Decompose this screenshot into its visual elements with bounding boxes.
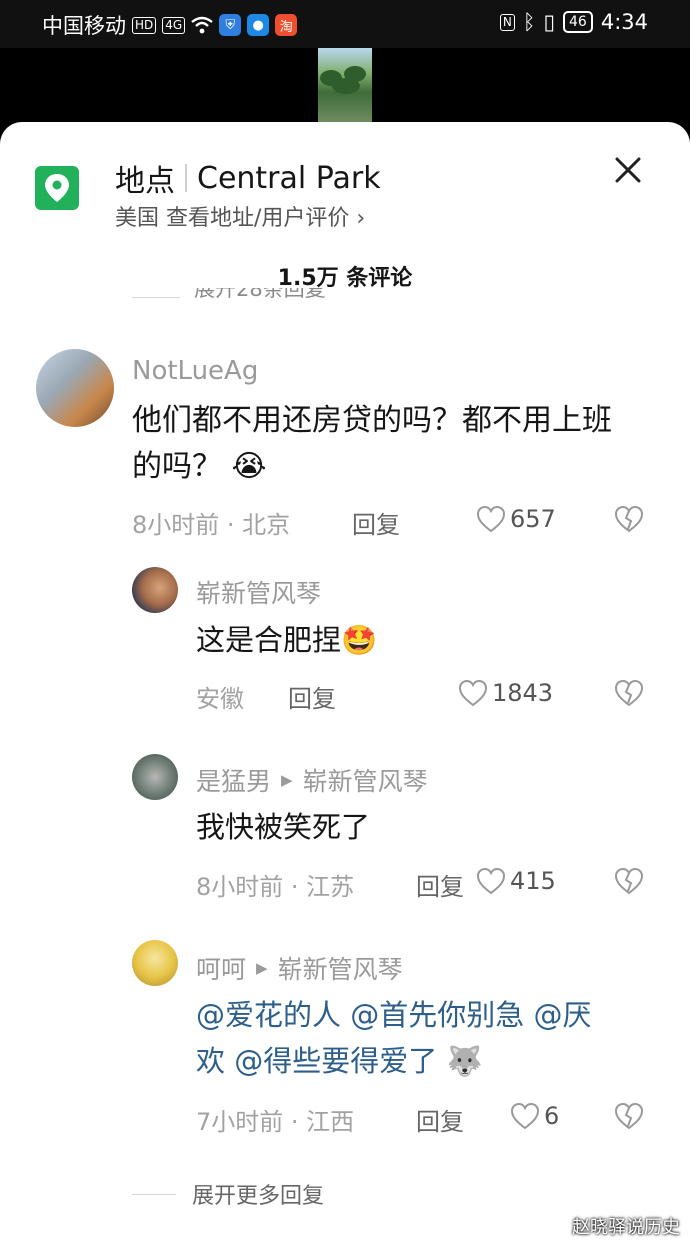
expand-replies-partial[interactable]: 展开28条回复 <box>132 288 326 306</box>
avatar[interactable] <box>132 940 178 986</box>
like-count: 415 <box>510 867 556 895</box>
heart-icon <box>458 679 488 707</box>
comment-text-line: @爱花的人 @首先你别急 @厌 <box>196 992 591 1038</box>
battery-indicator: 46 <box>563 11 593 33</box>
like-count: 6 <box>544 1102 560 1130</box>
status-bar: 中国移动 HD 4G ⛨ ● 淘 N ᛒ ▯ 46 4:34 <box>0 0 690 48</box>
comment-meta: 7小时前 · 江西 <box>196 1108 355 1136</box>
mention-link[interactable]: @得些要得爱了 <box>234 1044 437 1078</box>
chevron-right-icon: › <box>356 206 366 231</box>
comment-username[interactable]: NotLueAg <box>132 356 258 386</box>
avatar[interactable] <box>132 754 178 800</box>
broken-heart-icon <box>614 505 644 533</box>
watermark: 赵晓驿说历史 <box>572 1217 680 1238</box>
comment-username-row: 是猛男 ▶ 崭新管风琴 <box>196 762 428 798</box>
reply-target-username[interactable]: 崭新管风琴 <box>278 950 403 986</box>
location-subtitle-link[interactable]: 美国 查看地址/用户评价 › <box>115 200 365 232</box>
like-button[interactable]: 657 <box>476 505 556 533</box>
divider-line <box>132 1193 176 1195</box>
mention-link[interactable]: @首先你别急 <box>350 998 524 1032</box>
taobao-app-icon: 淘 <box>275 14 298 36</box>
heart-icon <box>476 867 506 895</box>
comment-text-line: 他们都不用还房贷的吗？都不用上班 <box>132 403 612 438</box>
clock: 4:34 <box>600 10 648 34</box>
avatar[interactable] <box>132 567 178 613</box>
reply-target-username[interactable]: 崭新管风琴 <box>303 762 428 798</box>
wolf-emoji: 🐺 <box>446 1044 483 1078</box>
comment-text-line: 欢 @得些要得爱了 🐺 <box>196 1038 591 1084</box>
nfc-icon: N <box>499 13 515 31</box>
close-button[interactable] <box>610 152 646 188</box>
comment-text: 他们都不用还房贷的吗？都不用上班 的吗？ 😭 <box>132 398 612 490</box>
comment-username[interactable]: 是猛男 <box>196 762 271 798</box>
expand-replies-label: 展开28条回复 <box>194 288 326 301</box>
reply-arrow-icon: ▶ <box>256 959 268 977</box>
reply-button[interactable]: 回复 <box>416 1102 464 1137</box>
mention-link[interactable]: @厌 <box>533 998 591 1032</box>
vibrate-icon: ▯ <box>543 10 555 34</box>
comment-username[interactable]: 崭新管风琴 <box>196 574 321 610</box>
close-icon <box>615 157 641 183</box>
comment-text: 这是合肥捏🤩 <box>196 617 377 663</box>
reply-button[interactable]: 回复 <box>288 679 336 714</box>
expand-more-label: 展开更多回复 <box>192 1184 325 1209</box>
mention-link[interactable]: 欢 <box>196 1044 225 1078</box>
like-count: 1843 <box>492 679 554 707</box>
reply-button[interactable]: 回复 <box>352 505 400 540</box>
comment-sheet: 地点 Central Park 美国 查看地址/用户评价 › 1.5万 条评论 … <box>0 122 690 1245</box>
bluetooth-icon: ᛒ <box>522 10 536 34</box>
comment-text-body: 这是合肥捏 <box>196 623 342 657</box>
comment-meta: 安徽 <box>196 685 244 713</box>
chat-app-icon: ● <box>247 14 270 36</box>
like-button[interactable]: 1843 <box>458 679 553 707</box>
hd-badge: HD <box>132 16 157 34</box>
wifi-icon <box>191 16 213 34</box>
comment-meta: 8小时前 · 江苏 <box>196 873 355 901</box>
dislike-button[interactable] <box>614 505 644 537</box>
broken-heart-icon <box>614 679 644 707</box>
heart-icon <box>510 1102 540 1130</box>
reply-arrow-icon: ▶ <box>281 771 293 789</box>
carrier-name: 中国移动 <box>42 14 126 38</box>
location-name: Central Park <box>197 160 381 196</box>
broken-heart-icon <box>614 1102 644 1130</box>
location-pin-icon[interactable] <box>35 166 79 210</box>
comment-meta: 8小时前 · 北京 <box>132 511 291 539</box>
comment-text: @爱花的人 @首先你别急 @厌 欢 @得些要得爱了 🐺 <box>196 992 591 1084</box>
location-subtitle: 美国 查看地址/用户评价 <box>115 206 350 231</box>
comment-count: 1.5万 条评论 <box>277 266 413 291</box>
shield-app-icon: ⛨ <box>219 14 242 36</box>
title-divider <box>185 164 187 192</box>
comment-text-line: 的吗？ 😭 <box>132 444 612 490</box>
comment-username[interactable]: 呵呵 <box>196 950 246 986</box>
like-button[interactable]: 415 <box>476 867 556 895</box>
comment-username-row: 呵呵 ▶ 崭新管风琴 <box>196 950 403 986</box>
expand-more-replies[interactable]: 展开更多回复 <box>132 1178 324 1210</box>
video-thumbnail[interactable] <box>318 48 372 122</box>
reply-button[interactable]: 回复 <box>416 867 464 902</box>
star-eyes-emoji: 🤩 <box>341 623 378 657</box>
comment-text-end: 的吗？ <box>132 449 222 484</box>
avatar[interactable] <box>36 349 114 427</box>
crying-emoji: 😭 <box>231 449 267 484</box>
like-button[interactable]: 6 <box>510 1102 559 1130</box>
location-title[interactable]: 地点 Central Park <box>115 156 381 200</box>
mention-link[interactable]: @爱花的人 <box>196 998 341 1032</box>
location-label: 地点 <box>115 164 175 199</box>
broken-heart-icon <box>614 867 644 895</box>
signal-icon: 4G <box>162 16 186 34</box>
dislike-button[interactable] <box>614 1102 644 1134</box>
like-count: 657 <box>510 505 556 533</box>
comment-text: 我快被笑死了 <box>196 810 371 844</box>
divider-line <box>132 296 180 298</box>
heart-icon <box>476 505 506 533</box>
dislike-button[interactable] <box>614 867 644 899</box>
dislike-button[interactable] <box>614 679 644 711</box>
